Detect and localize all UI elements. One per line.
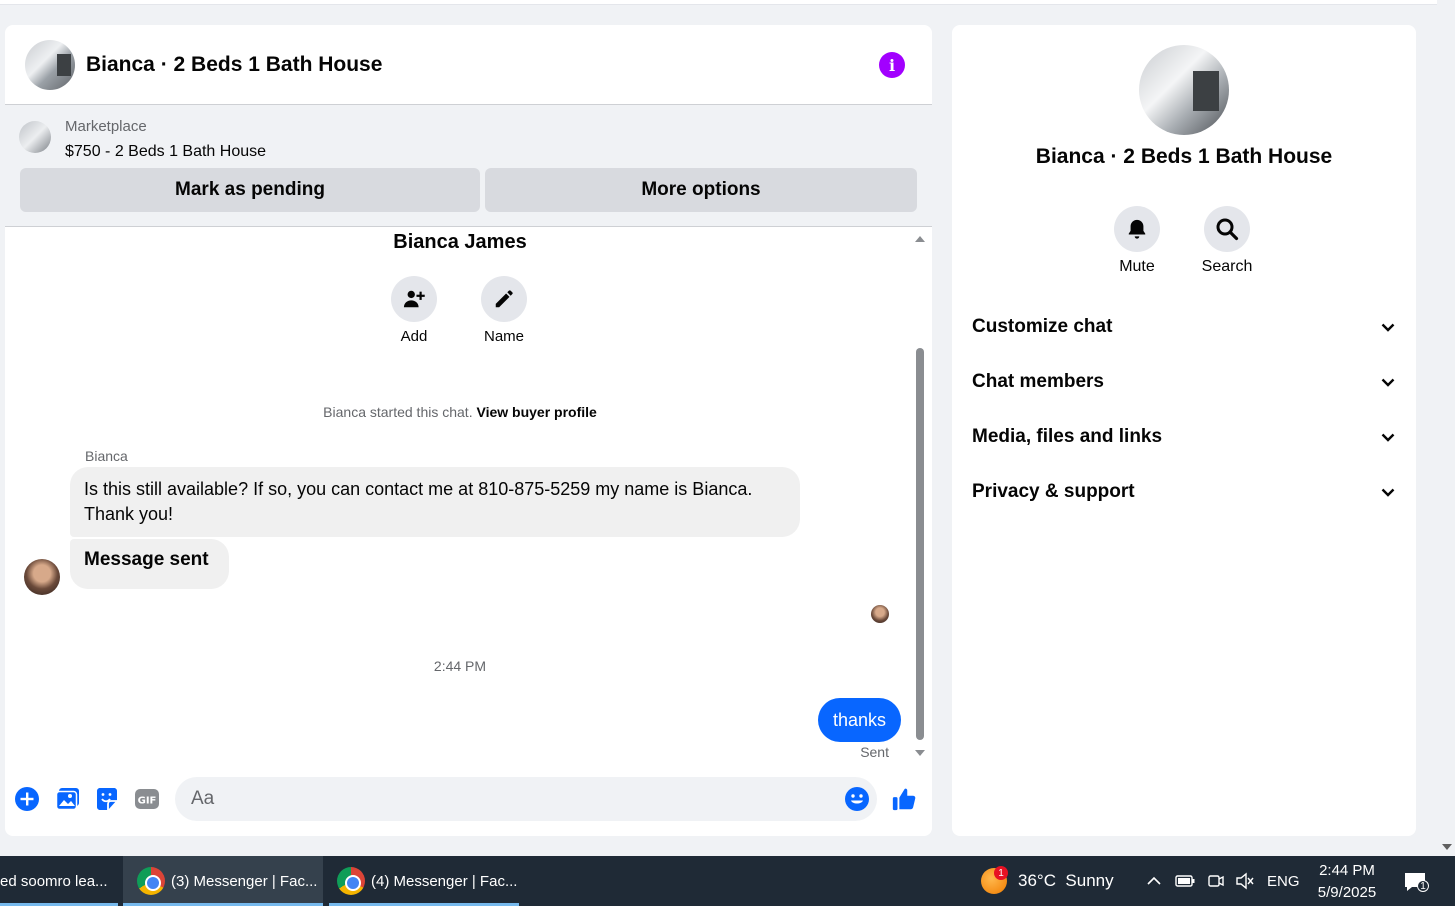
listing-thumbnail[interactable] [19, 121, 51, 153]
taskbar-item-label: (3) Messenger | Fac... [171, 872, 318, 890]
message-list[interactable]: Bianca James Add Name Bianca started thi… [5, 228, 932, 761]
edit-name-button[interactable] [481, 276, 527, 322]
plus-icon[interactable] [14, 786, 40, 812]
page-scrollbar[interactable] [1437, 0, 1455, 856]
marketplace-banner: Marketplace $750 - 2 Beds 1 Bath House M… [5, 105, 932, 227]
windows-taskbar: ed soomro lea... (3) Messenger | Fac... … [0, 856, 1455, 906]
incoming-message[interactable]: Message sent [70, 539, 229, 589]
taskbar-item-messenger-4[interactable]: (4) Messenger | Fac... [329, 856, 519, 906]
thumbs-up-icon[interactable] [891, 786, 917, 812]
section-label: Customize chat [972, 316, 1113, 337]
listing-title[interactable]: $750 - 2 Beds 1 Bath House [65, 143, 266, 161]
section-label: Chat members [972, 371, 1104, 392]
chrome-icon [337, 867, 365, 895]
conversation-info-panel: Bianca · 2 Beds 1 Bath House Mute Search… [952, 25, 1416, 836]
message-scrollbar[interactable] [915, 236, 925, 756]
gif-icon[interactable]: GIF [134, 786, 160, 812]
message-input[interactable] [191, 777, 811, 821]
clock-time: 2:44 PM [1319, 862, 1375, 879]
taskbar-item-label: (4) Messenger | Fac... [371, 872, 518, 890]
add-person-button[interactable] [391, 276, 437, 322]
section-customize-chat[interactable]: Customize chat [972, 307, 1396, 347]
search-label: Search [1201, 258, 1253, 275]
volume-muted-icon[interactable] [1235, 856, 1255, 906]
message-timestamp: 2:44 PM [433, 658, 487, 674]
section-media-files-links[interactable]: Media, files and links [972, 417, 1396, 457]
read-receipt-avatar [871, 605, 889, 623]
section-label: Privacy & support [972, 481, 1135, 502]
chat-title[interactable]: Bianca · 2 Beds 1 Bath House [86, 53, 382, 77]
mark-as-pending-button[interactable]: Mark as pending [20, 168, 480, 212]
message-input-box[interactable] [175, 777, 877, 821]
taskbar-item-label: ed soomro lea... [0, 872, 108, 890]
marketplace-label: Marketplace [65, 118, 147, 135]
chrome-icon [137, 867, 165, 895]
scroll-up-arrow-icon[interactable] [915, 236, 925, 242]
chat-panel: Bianca · 2 Beds 1 Bath House i Marketpla… [5, 25, 932, 836]
weather-text[interactable]: 36°C Sunny [1018, 856, 1114, 906]
svg-text:GIF: GIF [138, 796, 157, 807]
scroll-down-arrow-icon[interactable] [1442, 844, 1452, 850]
browser-top-strip [0, 0, 1437, 5]
section-chat-members[interactable]: Chat members [972, 362, 1396, 402]
camera-icon[interactable] [1207, 856, 1225, 906]
pencil-icon [495, 290, 513, 308]
scrollbar-thumb[interactable] [916, 348, 924, 740]
notification-center-icon[interactable]: 1 [1403, 870, 1429, 892]
chevron-down-icon [1381, 378, 1395, 387]
outgoing-message[interactable]: thanks [817, 698, 901, 742]
avatar[interactable] [24, 559, 60, 595]
weather-badge: 1 [994, 866, 1008, 880]
chevron-down-icon [1381, 433, 1395, 442]
taskbar-item-messenger-3[interactable]: (3) Messenger | Fac... [123, 856, 323, 906]
chat-started-note: Bianca started this chat. View buyer pro… [5, 404, 915, 420]
battery-icon[interactable] [1175, 856, 1195, 906]
peer-name: Bianca James [393, 231, 527, 253]
search-button[interactable] [1204, 206, 1250, 252]
section-privacy-support[interactable]: Privacy & support [972, 472, 1396, 512]
sender-name: Bianca [85, 448, 128, 464]
avatar[interactable] [1139, 45, 1229, 135]
add-label: Add [400, 328, 428, 345]
clock-date: 5/9/2025 [1317, 884, 1377, 901]
language-indicator[interactable]: ENG [1267, 856, 1300, 906]
notification-count: 1 [1417, 880, 1429, 892]
incoming-message[interactable]: Is this still available? If so, you can … [70, 467, 800, 537]
message-composer: GIF [5, 771, 932, 827]
photo-icon[interactable] [55, 786, 81, 812]
chat-avatar[interactable] [25, 39, 75, 90]
conversation-name: Bianca · 2 Beds 1 Bath House [1035, 145, 1333, 168]
chevron-up-icon[interactable] [1146, 856, 1162, 906]
taskbar-item[interactable]: ed soomro lea... [0, 856, 118, 906]
emoji-icon[interactable] [845, 787, 869, 811]
search-icon [1216, 218, 1239, 241]
chat-header: Bianca · 2 Beds 1 Bath House i [5, 25, 932, 105]
chevron-down-icon [1381, 323, 1395, 332]
name-label: Name [483, 328, 524, 345]
mute-button[interactable] [1114, 206, 1160, 252]
section-label: Media, files and links [972, 426, 1163, 447]
chevron-down-icon [1381, 488, 1395, 497]
more-options-button[interactable]: More options [485, 168, 917, 212]
mute-label: Mute [1119, 258, 1155, 275]
add-person-icon [403, 290, 425, 308]
sent-status: Sent [860, 744, 889, 760]
info-icon[interactable]: i [879, 52, 905, 78]
bell-icon [1128, 219, 1146, 239]
clock[interactable]: 2:44 PM 5/9/2025 [1305, 860, 1389, 904]
system-text: Bianca started this chat. [323, 404, 473, 420]
view-buyer-profile-link[interactable]: View buyer profile [476, 404, 596, 420]
scroll-down-arrow-icon[interactable] [915, 750, 925, 756]
sticker-icon[interactable] [94, 786, 120, 812]
